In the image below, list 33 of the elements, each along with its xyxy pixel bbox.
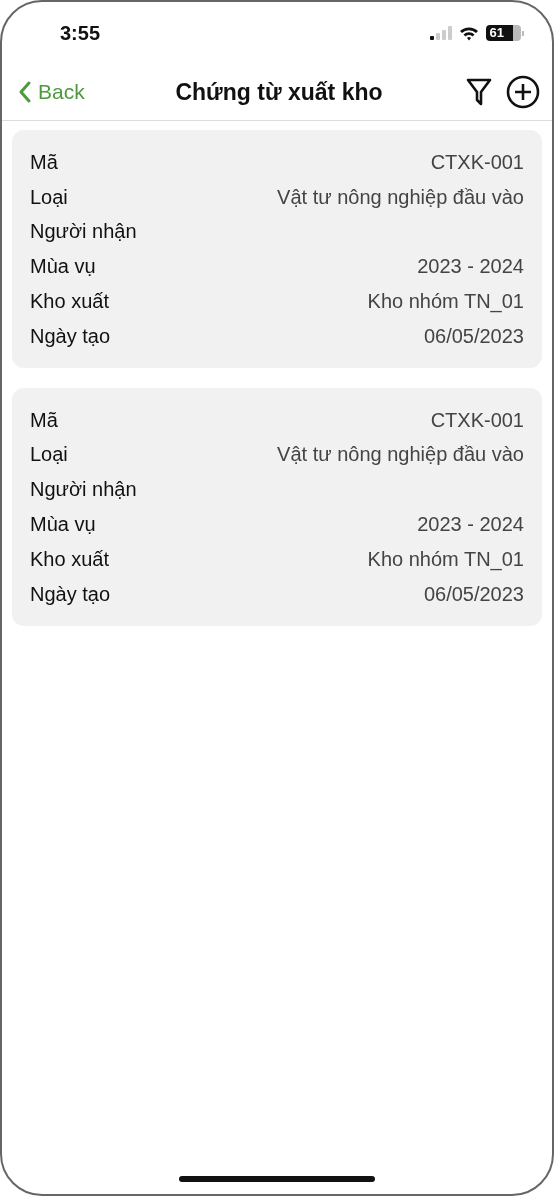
field-label: Mã xyxy=(30,150,58,174)
field-value: CTXK-001 xyxy=(430,150,524,174)
record-card[interactable]: Mã CTXK-001 Loại Vật tư nông nghiệp đầu vào Người nhận Mùa vụ 2023 - 2024 Kho xuất Kho nhóm TN_01 Ngày tạo 06/05/2023 xyxy=(12,387,542,626)
record-card[interactable]: Mã CTXK-001 Loại Vật tư nông nghiệp đầu vào Người nhận Mùa vụ 2023 - 2024 Kho xuất Kho nhóm TN_01 Ngày tạo 06/05/2023 xyxy=(12,130,542,368)
wifi-icon xyxy=(458,25,479,41)
field-label: Ngày tạo xyxy=(30,582,111,606)
field-value: Vật tư nông nghiệp đầu vào xyxy=(277,443,524,467)
field-value: CTXK-001 xyxy=(430,408,524,432)
field-value: Vật tư nông nghiệp đầu vào xyxy=(277,185,524,209)
field-value: 06/05/2023 xyxy=(423,324,524,348)
field-label: Loại xyxy=(30,185,68,209)
battery-icon: 61 xyxy=(485,25,524,41)
screen-title: Chứng từ xuất kho xyxy=(174,78,384,106)
field-value: 06/05/2023 xyxy=(423,582,524,606)
status-time: 3:55 xyxy=(60,21,101,45)
field-value: Kho nhóm TN_01 xyxy=(367,290,524,314)
field-value: Kho nhóm TN_01 xyxy=(367,547,524,571)
chevron-icon xyxy=(18,81,32,103)
field-label: Kho xuất xyxy=(30,547,109,571)
field-label: Ngày tạo xyxy=(30,324,111,348)
field-label: Kho xuất xyxy=(30,290,109,314)
field-label: Người nhận xyxy=(30,478,137,502)
field-label: Mùa vụ xyxy=(30,255,96,279)
add-icon[interactable] xyxy=(506,75,540,109)
filter-icon[interactable] xyxy=(466,77,492,107)
signal-icon xyxy=(429,26,452,40)
field-value: 2023 - 2024 xyxy=(417,513,524,537)
field-label: Mã xyxy=(30,408,58,432)
field-label: Mùa vụ xyxy=(30,513,96,537)
back-button[interactable]: Back xyxy=(18,80,148,104)
field-value: 2023 - 2024 xyxy=(417,255,524,279)
field-label: Loại xyxy=(30,443,68,467)
field-label: Người nhận xyxy=(30,220,137,244)
